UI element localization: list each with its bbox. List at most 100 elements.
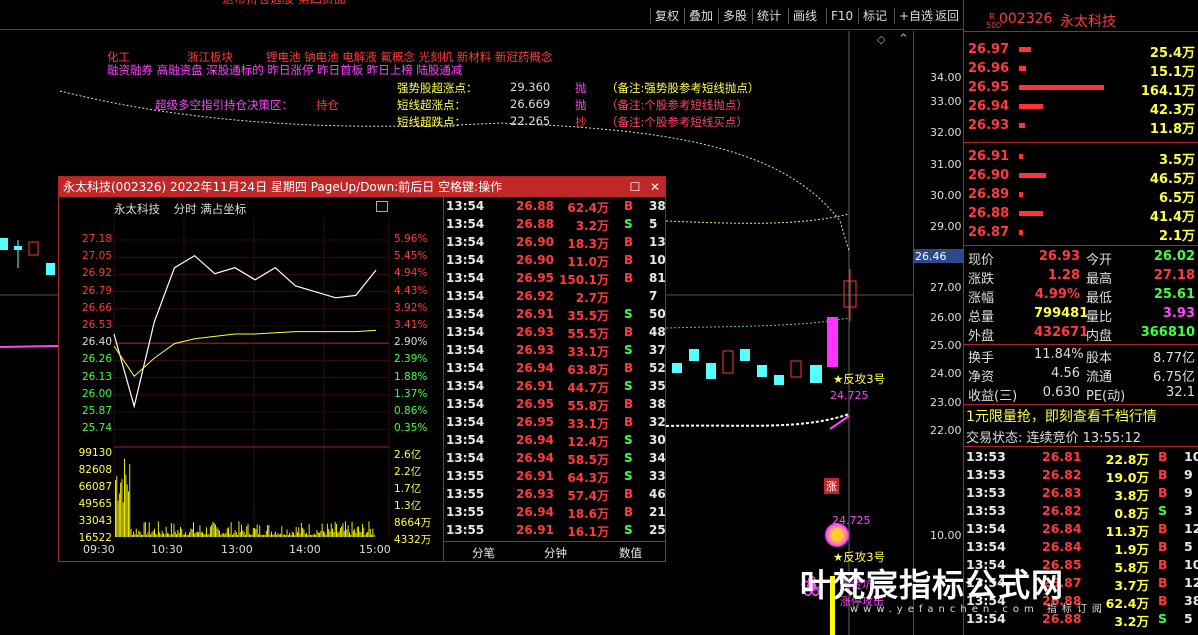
divider (964, 404, 1198, 405)
axis-tick-label: 32.00 (930, 126, 962, 139)
volume-bar (261, 534, 263, 537)
tick-t: 13:55 (446, 487, 485, 501)
volume-bar (302, 527, 304, 537)
toolbar-button[interactable]: 标记 (858, 8, 891, 24)
intraday-vol-tick: 33043 (78, 515, 112, 527)
volume-bar (221, 533, 223, 537)
tick-n: 10 (649, 253, 666, 267)
order-book-row[interactable]: 26.88 41.4万 (964, 204, 1198, 225)
volume-bar (281, 526, 283, 537)
axis-tick-label: 31.00 (930, 158, 962, 171)
tick-p: 26.92 (516, 289, 554, 303)
volume-bar (167, 533, 168, 537)
chevron-up-icon[interactable]: ⌃ (898, 32, 909, 47)
toolbar-button[interactable]: 叠加 (684, 8, 717, 24)
toolbar-button[interactable]: 返回 (930, 8, 963, 24)
volume-bar (328, 528, 330, 537)
trade-price: 26.84 (1042, 521, 1082, 536)
volume-bar (125, 474, 127, 537)
volume-bar (234, 530, 236, 537)
quote-value: 25.61 (1153, 287, 1195, 302)
volume-bar (151, 532, 153, 537)
signal-value: 29.360 (510, 80, 551, 94)
toolbar-button[interactable]: F10 (826, 8, 857, 24)
volume-bar (280, 533, 281, 537)
volume-bar (141, 534, 142, 537)
tab-ticks[interactable]: 分笔 (472, 545, 495, 561)
toolbar-button[interactable]: 画线 (788, 8, 821, 24)
maximize-icon[interactable]: ☐ (627, 177, 643, 197)
volume-bar (311, 534, 313, 537)
intraday-popup[interactable]: 永太科技(002326) 2022年11月24日 星期四 PageUp/Down… (58, 176, 666, 562)
order-book-row[interactable]: 26.93 11.8万 (964, 116, 1198, 137)
intraday-price-tick: 26.53 (81, 319, 112, 331)
tick-p: 26.94 (516, 361, 554, 375)
intraday-price-tick: 25.74 (81, 422, 112, 435)
tick-s: B (624, 271, 634, 285)
tick-n: 46 (649, 487, 666, 501)
volume-bar (134, 534, 136, 537)
popup-title: 永太科技(002326) 2022年11月24日 星期四 PageUp/Down… (63, 180, 503, 194)
order-book-row[interactable]: 26.94 42.3万 (964, 97, 1198, 118)
trade-count: 10 (1184, 557, 1198, 572)
intraday-amount-tick: 1.3亿 (394, 500, 422, 512)
tick-s: B (624, 235, 634, 249)
fund-value: 11.84% (1034, 347, 1084, 362)
tick-n: 50 (649, 307, 666, 321)
trade-side: B (1158, 575, 1168, 590)
tick-p: 26.95 (516, 415, 554, 429)
diamond-icon[interactable]: ◇ (877, 33, 885, 46)
tick-s: S (624, 451, 633, 465)
volume-bar (371, 534, 372, 537)
concept-tags-2: 融资融券 高融资盘 深股通标的 昨日涨停 昨日首板 昨日上榜 陆股通减 (107, 63, 463, 77)
volume-bar (359, 531, 361, 537)
tab-minute[interactable]: 分钟 (544, 545, 567, 561)
volume-bar (252, 528, 254, 537)
order-book-row[interactable]: 26.90 46.5万 (964, 166, 1198, 187)
close-icon[interactable]: ✕ (647, 177, 663, 197)
order-book-row[interactable]: 26.96 15.1万 (964, 59, 1198, 80)
order-book-row[interactable]: 26.91 3.5万 (964, 147, 1198, 168)
trade-row: 13:53 26.82 19.0万 B 9 (964, 466, 1198, 485)
volume-bar (157, 521, 159, 537)
intraday-vol-tick: 66087 (78, 481, 112, 493)
candle (46, 263, 55, 275)
popup-titlebar[interactable]: 永太科技(002326) 2022年11月24日 星期四 PageUp/Down… (59, 177, 665, 197)
volume-bar (267, 525, 268, 537)
volume-bar (195, 532, 197, 537)
axis-tick-label: 10.00 (930, 529, 962, 542)
tick-t: 13:54 (446, 235, 485, 249)
volume-bar (369, 528, 371, 537)
promo-link[interactable]: 1元限量抢，即刻查看千档行情 (964, 406, 1198, 425)
quote-row: 涨幅 4.99% 最低 25.61 (964, 286, 1198, 306)
order-book-row[interactable]: 26.95 164.1万 (964, 78, 1198, 99)
tick-s: B (624, 199, 634, 213)
volume-bar (358, 526, 359, 537)
tick-row: 13:54 26.90 11.0万 B 10 (444, 251, 666, 269)
order-price: 26.91 (968, 149, 1010, 164)
tab-values[interactable]: 数值 (619, 545, 642, 561)
quote-value: 366810 (1140, 325, 1195, 340)
volume-bar (364, 534, 366, 537)
price-line (113, 254, 377, 409)
order-book-row[interactable]: 26.89 6.5万 (964, 185, 1198, 206)
intraday-price-tick: 25.87 (81, 405, 112, 417)
toolbar-button[interactable]: 多股 (718, 8, 751, 24)
tick-p: 26.90 (516, 253, 554, 267)
volume-bar (164, 534, 166, 537)
breadcrumb: 退市持仓选股 第四页面 (222, 0, 346, 7)
fund-value: 4.56 (1051, 366, 1080, 381)
tick-v: 64.3万 (567, 471, 609, 485)
volume-bar (165, 526, 167, 537)
tick-v: 18.3万 (567, 237, 609, 251)
intraday-pct-tick: 4.43% (394, 284, 428, 297)
order-book-row[interactable]: 26.87 2.1万 (964, 223, 1198, 244)
volume-bar (206, 527, 207, 537)
toolbar-button[interactable]: 统计 (752, 8, 785, 24)
tick-v: 12.4万 (567, 435, 609, 449)
toolbar-button[interactable]: 复权 (650, 8, 683, 24)
volume-bar (144, 521, 146, 537)
order-book-row[interactable]: 26.97 25.4万 (964, 40, 1198, 61)
tick-n: 13 (649, 235, 666, 249)
tick-row: 13:54 26.93 55.5万 B 48 (444, 323, 666, 341)
